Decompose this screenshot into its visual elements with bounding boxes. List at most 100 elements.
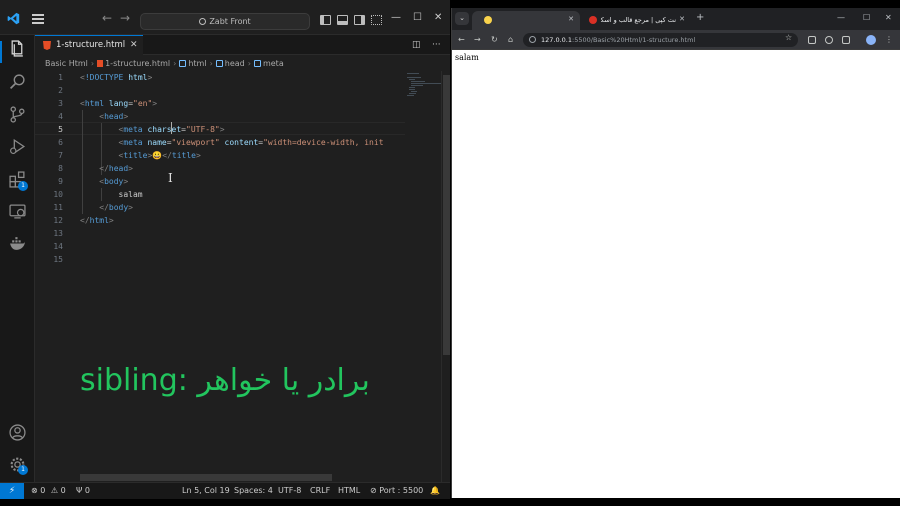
cursor-position[interactable]: Ln 5, Col 19	[182, 483, 230, 499]
search-label: Zabt Front	[209, 17, 251, 26]
forward-arrow-icon[interactable]: →	[120, 12, 130, 24]
breadcrumb-symbol-html[interactable]: html	[188, 59, 206, 68]
horizontal-scroll-thumb[interactable]	[80, 474, 332, 481]
reload-icon[interactable]: ↻	[491, 34, 498, 46]
close-window-icon[interactable]: ✕	[885, 14, 892, 22]
tab-search-icon[interactable]: ⌄	[455, 12, 469, 25]
language-mode[interactable]: HTML	[338, 483, 360, 499]
breadcrumb-folder[interactable]: Basic Html	[45, 59, 88, 68]
browser-menu-icon[interactable]: ⋮	[885, 34, 893, 46]
line-number: 14	[53, 242, 63, 251]
netcopy-favicon-icon	[589, 16, 597, 24]
minimize-icon[interactable]: —	[837, 14, 845, 22]
line-number: 5	[58, 125, 63, 134]
browser-tab-strip: ⌄ ✕ نت کپی | مرجع قالب و اسکریپت ✕ + — ☐…	[452, 8, 900, 30]
chevron-right-icon: ›	[173, 59, 177, 68]
code-line[interactable]: <!DOCTYPE html>	[80, 71, 152, 84]
split-editor-icon[interactable]: ◫	[412, 40, 421, 50]
run-debug-icon[interactable]	[9, 138, 26, 155]
vertical-scroll-thumb[interactable]	[443, 75, 450, 355]
code-line[interactable]: </body>	[80, 201, 133, 214]
minimap-line	[411, 83, 441, 84]
line-number: 9	[58, 177, 63, 186]
tab-close-icon[interactable]: ✕	[130, 40, 138, 50]
breadcrumb-file[interactable]: 1-structure.html	[105, 59, 170, 68]
code-line[interactable]: <meta name="viewport" content="width=dev…	[80, 136, 384, 149]
tab-close-icon[interactable]: ✕	[568, 15, 574, 23]
problems-indicator[interactable]: ⊗ 0 ⚠ 0	[31, 483, 66, 499]
tab-1-structure-html[interactable]: 1-structure.html ✕	[35, 35, 143, 55]
port-label: Port : 5500	[379, 486, 424, 495]
remote-explorer-icon[interactable]	[9, 203, 26, 220]
address-bar[interactable]: 127.0.0.1:5500/Basic%20Html/1-structure.…	[523, 33, 798, 47]
remote-indicator-icon[interactable]: ⚡	[0, 483, 24, 499]
search-sidebar-icon[interactable]	[9, 73, 26, 90]
code-line[interactable]: <title>😀</title>	[80, 149, 201, 162]
minimap-line	[411, 85, 423, 86]
extensions-puzzle-icon[interactable]	[842, 36, 850, 44]
toggle-secondary-sidebar-icon[interactable]	[354, 15, 365, 25]
activity-bar: 1 1	[0, 35, 35, 482]
source-control-icon[interactable]	[9, 106, 26, 123]
code-line[interactable]: <html lang="en">	[80, 97, 157, 110]
more-actions-icon[interactable]: ···	[432, 40, 441, 50]
vertical-scrollbar[interactable]	[441, 71, 450, 482]
code-line[interactable]: <meta charset="UTF-8">	[80, 123, 225, 136]
live-server-port[interactable]: ⊘ Port : 5500	[370, 483, 423, 499]
maximize-icon[interactable]: ☐	[413, 13, 422, 23]
screen-edge	[0, 499, 450, 506]
explorer-icon[interactable]	[9, 40, 26, 57]
breadcrumb-symbol-head[interactable]: head	[225, 59, 245, 68]
toggle-panel-icon[interactable]	[337, 15, 348, 25]
ports-count: 0	[84, 486, 90, 495]
status-bar: ⚡ ⊗ 0 ⚠ 0 Ψ 0 Ln 5, Col 19 Spaces: 4 UTF…	[0, 482, 450, 499]
eol-setting[interactable]: CRLF	[310, 483, 330, 499]
accounts-icon[interactable]	[9, 424, 26, 441]
menu-icon[interactable]	[32, 14, 44, 24]
new-tab-icon[interactable]: +	[696, 13, 704, 23]
docker-icon[interactable]	[9, 235, 26, 252]
extensions-badge: 1	[18, 181, 28, 191]
back-arrow-icon[interactable]: ←	[102, 12, 112, 24]
extension-circle-icon[interactable]	[825, 36, 833, 44]
browser-tab-netcopy[interactable]: نت کپی | مرجع قالب و اسکریپت ✕	[581, 11, 691, 30]
encoding-setting[interactable]: UTF-8	[278, 483, 301, 499]
symbol-element-icon	[179, 60, 187, 67]
search-icon	[199, 18, 207, 25]
minimap-line	[409, 87, 415, 88]
code-line[interactable]: </head>	[80, 162, 133, 175]
save-icon[interactable]	[808, 36, 816, 44]
code-editor[interactable]: 1 2 3 4 5 6 7 8 9 10 11 12 13 14 15 <!DOCTYPE html> <ht…	[35, 71, 450, 482]
bookmark-star-icon[interactable]: ☆	[785, 33, 792, 42]
close-window-icon[interactable]: ✕	[434, 13, 442, 23]
back-arrow-icon[interactable]: ←	[458, 34, 465, 46]
browser-tab-active[interactable]: ✕	[472, 11, 580, 30]
tab-close-icon[interactable]: ✕	[679, 15, 685, 23]
code-line[interactable]: <body>	[80, 175, 128, 188]
site-info-icon[interactable]	[529, 36, 536, 43]
page-body-text: salam	[455, 53, 479, 62]
profile-avatar[interactable]	[866, 35, 876, 45]
breadcrumb: Basic Html › 1-structure.html › html › head › me…	[35, 56, 450, 71]
customize-layout-icon[interactable]	[371, 15, 382, 25]
page-viewport: salam	[452, 50, 900, 498]
html5-file-icon	[97, 60, 104, 67]
toggle-sidebar-icon[interactable]	[320, 15, 331, 25]
command-center-search[interactable]: Zabt Front	[140, 13, 310, 30]
code-line[interactable]: salam	[80, 188, 143, 201]
radio-tower-icon: Ψ	[76, 486, 83, 495]
code-line[interactable]: <head>	[80, 110, 128, 123]
minimize-icon[interactable]: —	[391, 13, 401, 23]
minimap-line	[409, 79, 415, 80]
ports-indicator[interactable]: Ψ 0	[76, 483, 90, 499]
notifications-bell-icon[interactable]: 🔔	[430, 483, 440, 499]
home-icon[interactable]: ⌂	[508, 34, 513, 46]
code-line[interactable]: </html>	[80, 214, 114, 227]
forward-arrow-icon[interactable]: →	[474, 34, 481, 46]
browser-window: ⌄ ✕ نت کپی | مرجع قالب و اسکریپت ✕ + — ☐…	[451, 8, 900, 498]
minimap[interactable]	[405, 71, 441, 482]
breadcrumb-symbol-meta[interactable]: meta	[263, 59, 284, 68]
indentation-setting[interactable]: Spaces: 4	[234, 483, 273, 499]
symbol-element-icon	[215, 60, 223, 67]
maximize-icon[interactable]: ☐	[863, 14, 870, 22]
